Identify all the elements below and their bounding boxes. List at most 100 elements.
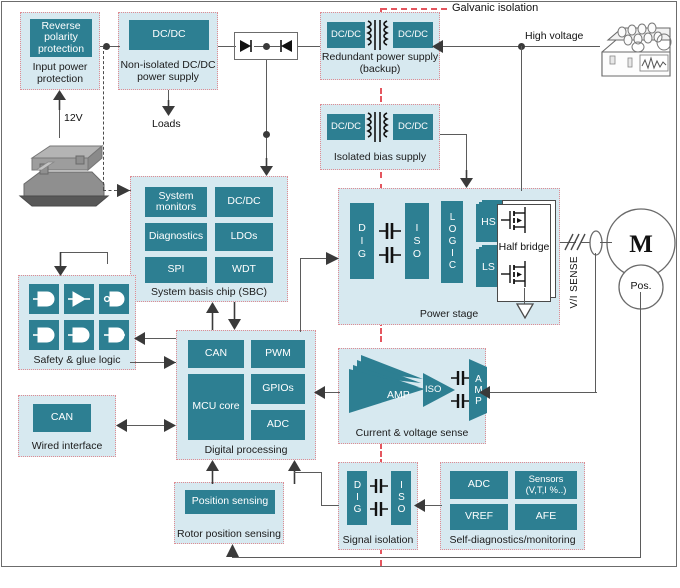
block-logic-gate-3[interactable]	[99, 284, 129, 314]
caption-rotor-position-sensing: Rotor position sensing	[177, 527, 281, 540]
arrow-to-wired-interface	[116, 419, 128, 432]
group-safety-glue-logic: Safety & glue logic	[18, 275, 136, 370]
block-position-sensing[interactable]: Position sensing	[185, 490, 275, 514]
group-system-basis-chip: System monitors DC/DC Diagnostics LDOs S…	[130, 176, 288, 302]
group-wired-interface: CAN Wired interface	[18, 395, 116, 457]
isolation-cap-si-2	[370, 501, 388, 517]
block-vref[interactable]: VREF	[450, 504, 508, 530]
group-non-isolated-supply: DC/DC Non-isolated DC/DC power supply	[118, 12, 218, 90]
block-diagnostics[interactable]: Diagnostics	[145, 223, 207, 251]
arrow-to-digital-processing	[164, 419, 176, 432]
isolation-cap-ps-2	[379, 246, 401, 264]
ground-symbol-icon	[515, 303, 535, 320]
block-sbc-dcdc[interactable]: DC/DC	[215, 187, 273, 217]
block-spi[interactable]: SPI	[145, 257, 207, 283]
block-adc-mcu[interactable]: ADC	[251, 410, 305, 440]
group-current-voltage-sense: AMP ISO AMP Current & voltage sense	[338, 348, 487, 444]
arrow-mcu-bottom-up	[206, 460, 219, 484]
block-iso-signal-isolation[interactable]: ISO	[391, 471, 411, 525]
high-voltage-label: High voltage	[525, 30, 584, 42]
wire-bias-out	[440, 134, 467, 136]
block-adc-diag[interactable]: ADC	[450, 471, 508, 499]
arrow-sense-to-mcu	[314, 386, 326, 399]
block-mcu-core[interactable]: MCU core	[188, 374, 244, 440]
arrow-supply-to-sbc	[260, 158, 273, 176]
block-dcdc-redundant-secondary[interactable]: DC/DC	[393, 22, 433, 48]
transformer-redundant-icon	[365, 19, 393, 51]
wire-bias-down	[466, 134, 468, 172]
block-iso-power-stage[interactable]: ISO	[405, 203, 429, 279]
group-isolated-bias-supply: DC/DC DC/DC Isolated bias supply	[320, 104, 440, 170]
loads-label: Loads	[152, 118, 181, 130]
caption-self-diagnostics: Self-diagnostics/monitoring	[449, 533, 576, 546]
position-sensor-label: Pos.	[630, 280, 652, 292]
block-dcdc-bias-primary[interactable]: DC/DC	[327, 114, 365, 140]
buffer-gate-icon	[68, 327, 90, 343]
block-pwm[interactable]: PWM	[251, 340, 305, 368]
block-reverse-polarity-protection[interactable]: Reverse polarity protection	[30, 19, 92, 57]
block-can-wired[interactable]: CAN	[33, 404, 91, 432]
block-dcdc-non-isolated[interactable]: DC/DC	[129, 20, 209, 50]
position-sensor-wire-horizontal	[232, 557, 641, 559]
and-gate-icon	[104, 327, 125, 343]
label-12v: 12V	[64, 112, 83, 124]
block-logic-gate-5[interactable]	[64, 320, 94, 350]
block-dcdc-redundant-primary[interactable]: DC/DC	[327, 22, 365, 48]
arrow-safety-to-mcu	[164, 356, 176, 369]
label-half-bridge: Half bridge	[498, 241, 550, 253]
block-logic-power-stage[interactable]: LOGIC	[441, 201, 463, 283]
arrow-battery-12v	[53, 90, 66, 110]
block-gpios[interactable]: GPIOs	[251, 374, 305, 404]
buffer-gate-icon	[33, 291, 55, 307]
group-rotor-position-sensing: Position sensing Rotor position sensing	[174, 482, 284, 544]
wire-above-safety	[60, 252, 108, 254]
caption-non-isolated-supply: Non-isolated DC/DC power supply	[120, 59, 216, 83]
block-ldos[interactable]: LDOs	[215, 223, 273, 251]
group-digital-processing: CAN PWM MCU core GPIOs ADC Digital proce…	[176, 330, 316, 460]
group-redundant-power-supply: DC/DC DC/DC Redundant power supply (back…	[320, 12, 440, 80]
wire-mcu-to-power-stage-v	[300, 258, 302, 332]
wire-mcu-to-safety	[142, 338, 176, 340]
arrow-bias-to-power-stage	[460, 170, 473, 188]
block-sensors[interactable]: Sensors (V,T,I %..)	[515, 471, 577, 499]
junction-dot-oring-down	[263, 131, 270, 138]
block-logic-gate-1[interactable]	[29, 284, 59, 314]
caption-input-power-protection: Input power protection	[32, 61, 88, 85]
motor-label: M	[629, 231, 653, 258]
block-system-monitors[interactable]: System monitors	[145, 187, 207, 217]
arrow-loads	[162, 100, 175, 116]
transformer-bias-icon	[365, 111, 393, 143]
wire-oring-to-redundant	[298, 46, 320, 48]
high-voltage-battery-pack-icon	[598, 18, 676, 86]
junction-dot-oring	[263, 43, 270, 50]
wire-signal-iso-to-mcu-v	[321, 472, 323, 506]
arrow-mcu-to-safety	[134, 332, 146, 345]
block-logic-gate-4[interactable]	[29, 320, 59, 350]
wire-12v-rail-dashed-vertical	[103, 46, 104, 190]
caption-isolated-bias-supply: Isolated bias supply	[333, 150, 427, 163]
wire-above-safety-v	[107, 252, 109, 264]
wire-oring-down	[266, 60, 268, 165]
block-afe[interactable]: AFE	[515, 504, 577, 530]
block-can-mcu[interactable]: CAN	[188, 340, 244, 368]
galvanic-isolation-line-top	[381, 8, 447, 10]
and-gate-icon	[103, 291, 125, 307]
block-logic-gate-2[interactable]	[64, 284, 94, 314]
arrow-to-rotor-position-sensing	[226, 544, 239, 557]
inverter-gate-icon	[68, 291, 90, 307]
block-logic-gate-6[interactable]	[99, 320, 129, 350]
vi-sense-wire-horizontal	[487, 392, 597, 394]
arrow-diag-to-signal-iso	[414, 499, 426, 512]
block-dcdc-bias-secondary[interactable]: DC/DC	[393, 114, 433, 140]
vi-sense-label: V/I SENSE	[569, 256, 580, 309]
block-dig-signal-isolation[interactable]: DIG	[347, 471, 367, 525]
block-dig-power-stage[interactable]: DIG	[350, 203, 374, 279]
wire-signal-iso-out	[321, 505, 339, 507]
wire-battery-to-protection	[59, 110, 61, 138]
buffer-gate-icon	[33, 327, 55, 343]
block-wdt[interactable]: WDT	[215, 257, 273, 283]
arrow-sbc-bottom-down	[228, 302, 241, 330]
wire-signal-iso-to-mcu-h	[294, 472, 322, 474]
group-self-diagnostics: ADC Sensors (V,T,I %..) VREF AFE Self-di…	[440, 462, 585, 550]
caption-system-basis-chip: System basis chip (SBC)	[150, 285, 268, 298]
